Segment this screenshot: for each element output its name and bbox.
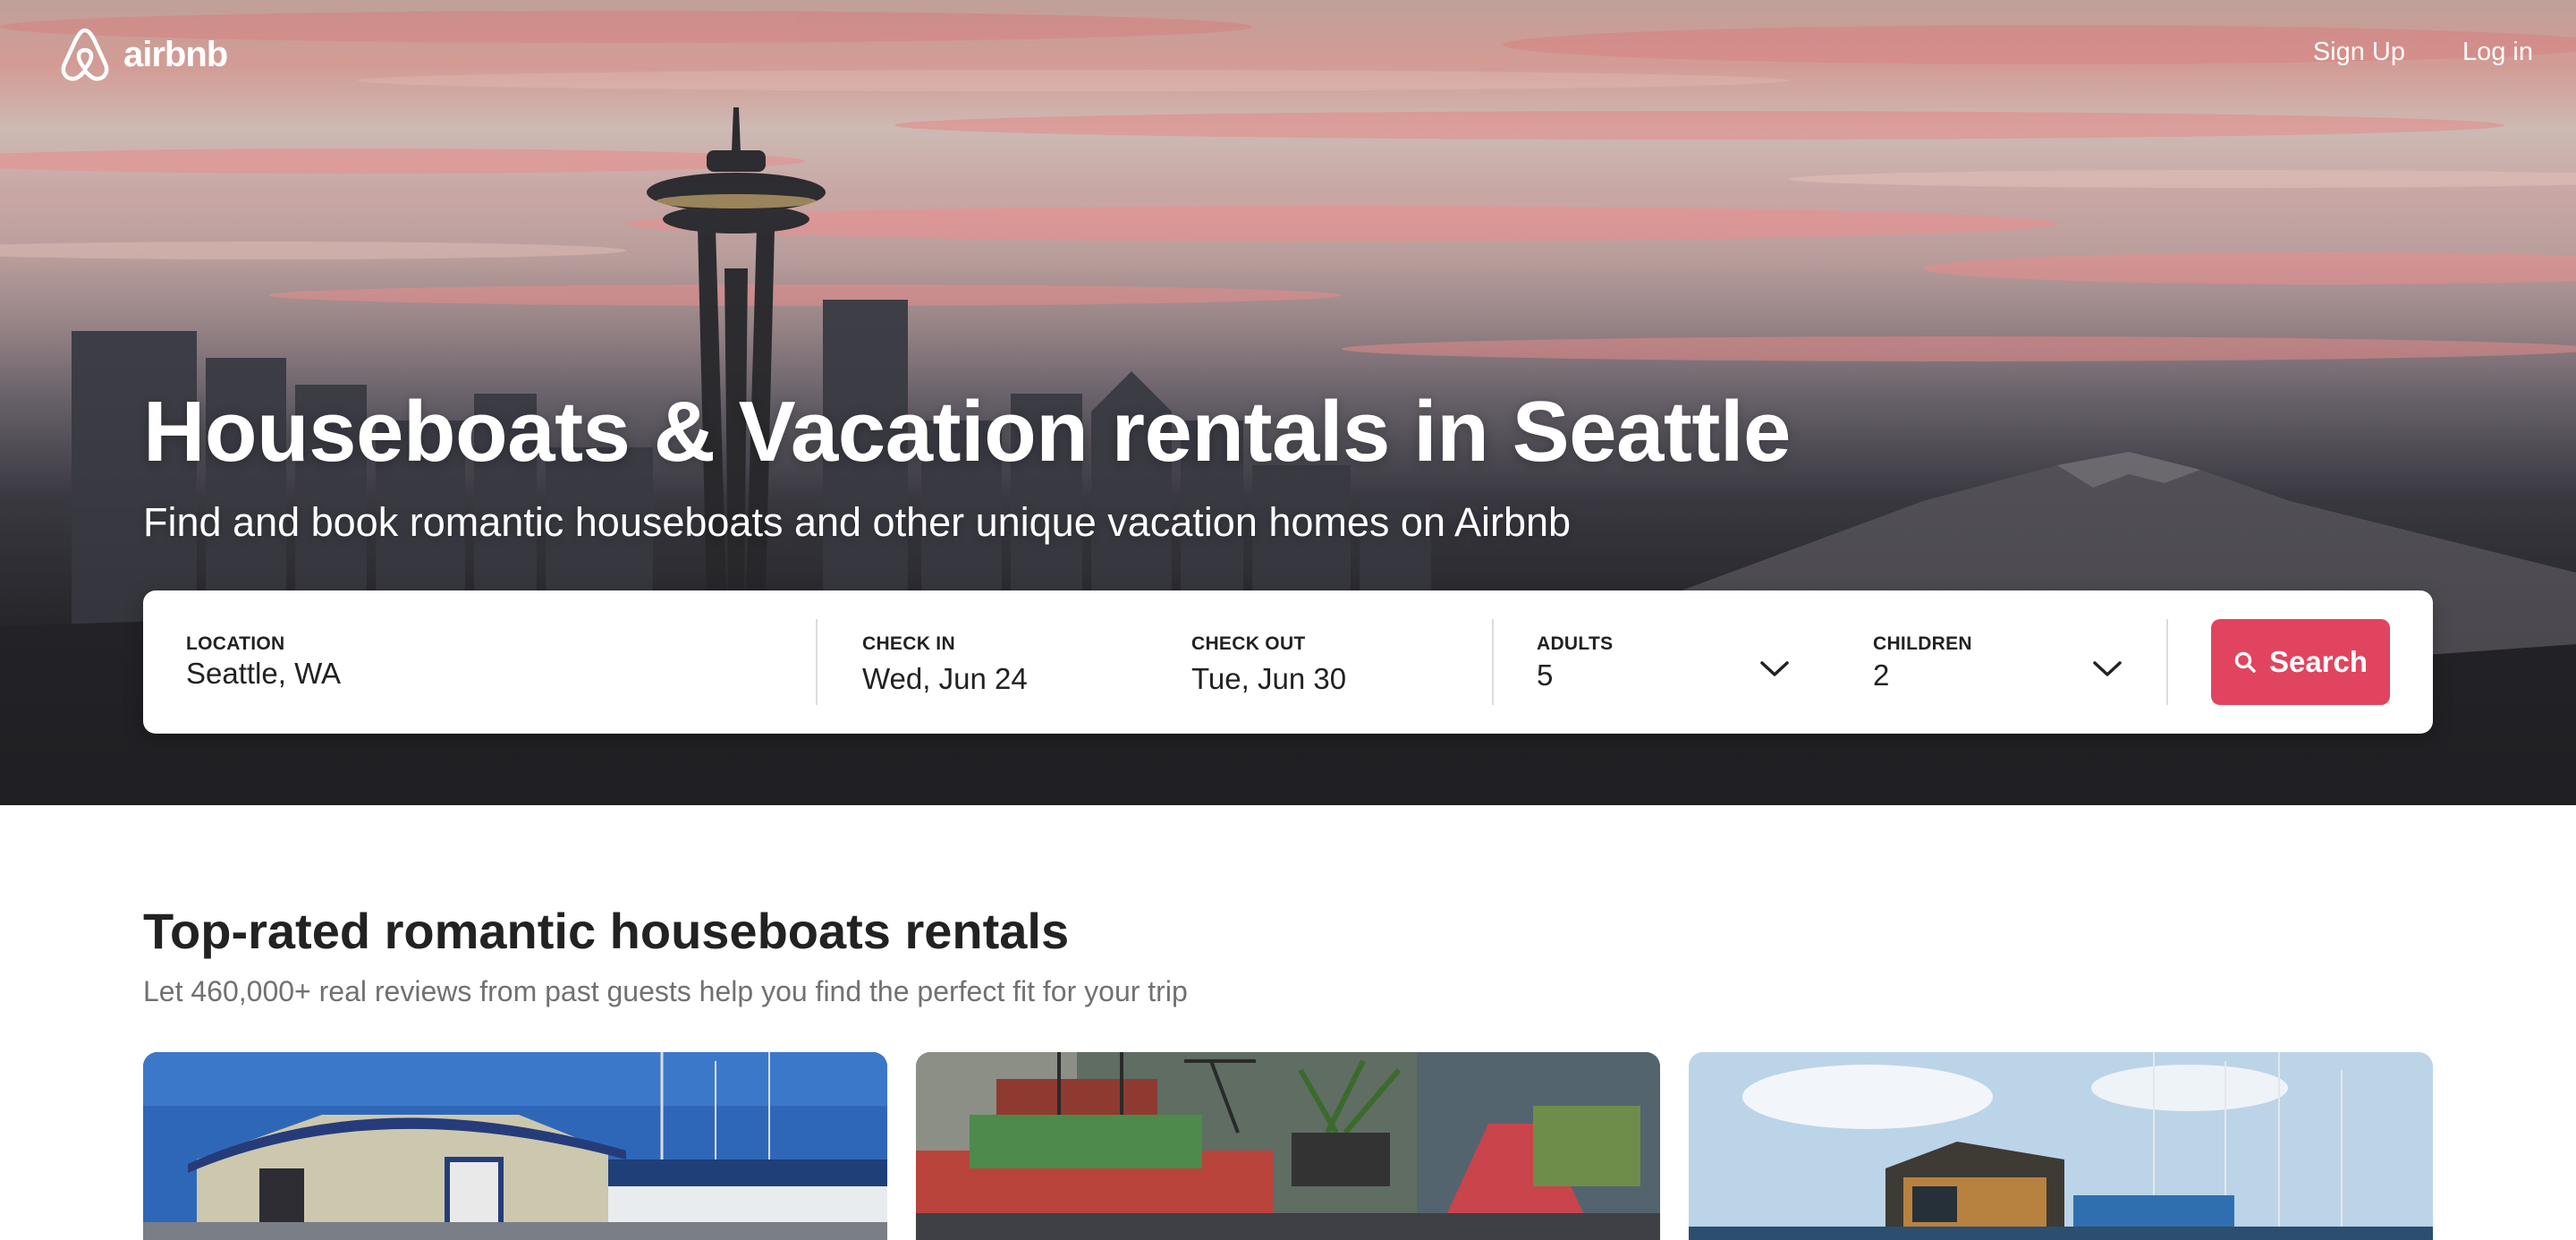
houseboat-photo-1 (143, 1052, 887, 1240)
checkout-label: CHECK OUT (1191, 633, 1306, 654)
listing-card[interactable] (916, 1052, 1660, 1240)
search-button-label: Search (2268, 645, 2368, 678)
divider (816, 619, 818, 705)
checkout-value[interactable]: Tue, Jun 30 (1191, 662, 1346, 696)
hero-subtitle: Find and book romantic houseboats and ot… (143, 499, 1572, 545)
listings-title: Top-rated romantic houseboats rentals (143, 903, 1070, 959)
houseboat-photo-3 (1689, 1052, 2433, 1240)
chevron-down-icon[interactable] (2089, 655, 2125, 682)
listings-subtitle: Let 460,000+ real reviews from past gues… (143, 975, 1188, 1007)
children-value[interactable]: 2 (1873, 658, 1889, 692)
airbnb-belo-icon (59, 27, 111, 82)
checkout-field[interactable]: CHECK OUT Tue, Jun 30 (1191, 590, 1478, 734)
adults-label: ADULTS (1537, 633, 1614, 654)
search-icon (2233, 650, 2257, 674)
search-button[interactable]: Search (2211, 619, 2390, 705)
top-navigation: airbnb Sign Up Log in (0, 0, 2576, 111)
divider (1492, 619, 1494, 705)
search-bar: LOCATION Seattle, WA CHECK IN Wed, Jun 2… (143, 590, 2433, 734)
checkin-field[interactable]: CHECK IN Wed, Jun 24 (862, 590, 1166, 734)
signup-link[interactable]: Sign Up (2313, 38, 2405, 67)
children-select[interactable]: CHILDREN 2 (1873, 590, 2141, 734)
location-label: LOCATION (186, 633, 285, 654)
location-value[interactable]: Seattle, WA (186, 657, 341, 691)
adults-select[interactable]: ADULTS 5 (1537, 590, 1805, 734)
listing-card[interactable] (143, 1052, 887, 1240)
location-field[interactable]: LOCATION Seattle, WA (186, 590, 794, 734)
brand-name: airbnb (123, 34, 228, 74)
checkin-label: CHECK IN (862, 633, 955, 654)
airbnb-logo[interactable]: airbnb (59, 27, 228, 82)
hero-banner: airbnb Sign Up Log in Houseboats & Vacat… (0, 0, 2576, 805)
houseboat-photo-2 (916, 1052, 1660, 1240)
listing-card[interactable] (1689, 1052, 2433, 1240)
children-label: CHILDREN (1873, 633, 1972, 654)
auth-links: Sign Up Log in (2313, 38, 2533, 67)
adults-value[interactable]: 5 (1537, 658, 1553, 692)
login-link[interactable]: Log in (2462, 38, 2533, 67)
hero-title: Houseboats & Vacation rentals in Seattle (143, 384, 1791, 480)
divider (2166, 619, 2168, 705)
chevron-down-icon[interactable] (1757, 655, 1792, 682)
checkin-value[interactable]: Wed, Jun 24 (862, 662, 1028, 696)
